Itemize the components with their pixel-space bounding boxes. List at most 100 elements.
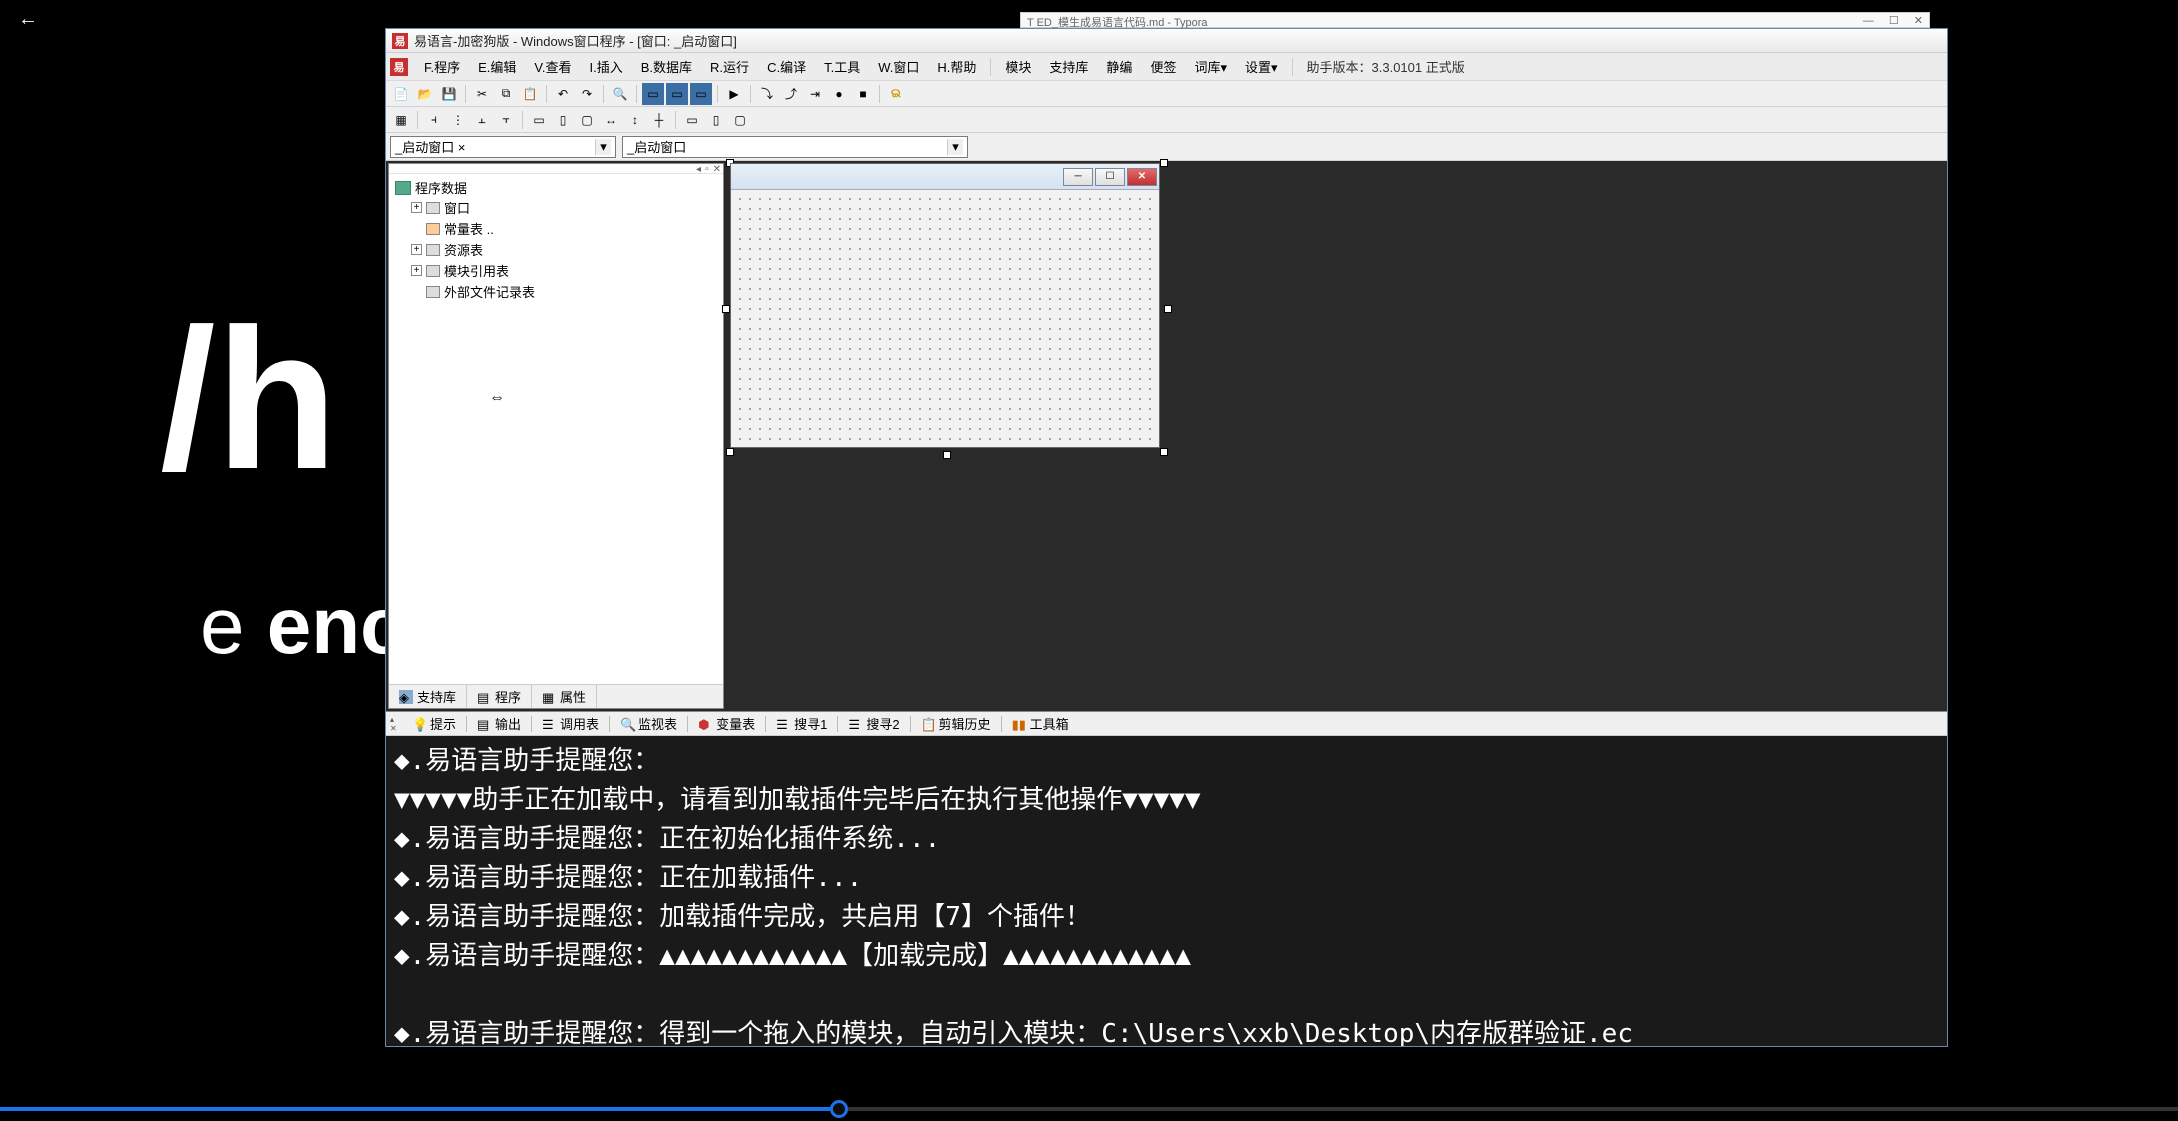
tab-program[interactable]: ▤ 程序 [467,685,532,708]
form-close-button[interactable]: ✕ [1127,168,1157,186]
step-over-icon[interactable]: ⤵ [756,83,778,105]
panel-collapse-icon[interactable]: ◂ [696,164,701,173]
menu-database[interactable]: B.数据库 [633,55,700,78]
tab-call-list[interactable]: ☰ 调用表 [534,712,607,735]
redo-icon[interactable]: ↷ [576,83,598,105]
same-width-icon[interactable]: ▭ [528,109,550,131]
event-combo[interactable]: _启动窗口 ▾ [622,136,968,158]
save-icon[interactable]: 💾 [438,83,460,105]
align-top-icon[interactable]: ⫟ [495,109,517,131]
same-height-icon[interactable]: ▯ [552,109,574,131]
expander-icon[interactable]: + [411,244,422,255]
resize-handle-br[interactable] [1160,448,1168,456]
tree-node-resources[interactable]: + 资源表 [411,239,717,260]
tab-watch[interactable]: 🔍 监视表 [612,712,685,735]
design-form-body[interactable] [731,190,1159,447]
tab-support-lib[interactable]: ◈ 支持库 [389,685,467,708]
expander-icon[interactable]: + [411,265,422,276]
resize-handle-bm[interactable] [943,451,951,459]
cut-icon[interactable]: ✂ [471,83,493,105]
lock-icon[interactable]: ▢ [729,109,751,131]
align-right-icon[interactable]: ⫠ [471,109,493,131]
help-icon[interactable]: ଇ [885,83,907,105]
tab-search2[interactable]: ☰ 搜寻2 [840,712,907,735]
tab-properties[interactable]: ▦ 属性 [532,685,597,708]
tree-node-constants[interactable]: 常量表 .. [411,218,717,239]
tree-root[interactable]: 程序数据 [395,178,717,197]
step-out-icon[interactable]: ⇥ [804,83,826,105]
menu-compile[interactable]: C.编译 [759,55,814,78]
ide-titlebar[interactable]: 易 易语言-加密狗版 - Windows窗口程序 - [窗口: _启动窗口] [386,29,1947,53]
form-minimize-button[interactable]: ─ [1063,168,1093,186]
menu-insert[interactable]: I.插入 [582,55,631,78]
tab-hints[interactable]: 💡 提示 [404,712,464,735]
back-arrow-icon[interactable]: ← [18,8,38,31]
video-progress-bar[interactable] [0,1107,2178,1111]
resize-handle-ml[interactable] [722,305,730,313]
tab-toolbox[interactable]: ▮▮ 工具箱 [1004,712,1077,735]
menu-program[interactable]: F.程序 [416,55,468,78]
menu-run[interactable]: R.运行 [702,55,757,78]
tree-node-windows[interactable]: + 窗口 [411,197,717,218]
resize-handle-tr[interactable] [1160,159,1168,167]
paste-icon[interactable]: 📋 [519,83,541,105]
grid-icon[interactable]: ┼ [648,109,670,131]
expander-icon[interactable]: + [411,202,422,213]
breakpoint-icon[interactable]: ● [828,83,850,105]
new-file-icon[interactable]: 📄 [390,83,412,105]
project-tree[interactable]: 程序数据 + 窗口 常量表 .. + [389,174,723,684]
panel-close-icon[interactable]: ✕ [713,164,721,173]
tree-node-external-files[interactable]: 外部文件记录表 [411,281,717,302]
panel-grip-icon[interactable]: ▴✕ [390,715,402,733]
step-into-icon[interactable]: ⤴ [780,83,802,105]
window2-icon[interactable]: ▭ [666,83,688,105]
tab-search1[interactable]: ☰ 搜寻1 [768,712,835,735]
typora-max-button[interactable]: ☐ [1889,15,1899,27]
console-output[interactable]: ◆.易语言助手提醒您： ▼▼▼▼▼助手正在加载中，请看到加载插件完毕后在执行其他… [386,736,1947,1046]
copy-icon[interactable]: ⧉ [495,83,517,105]
menu-edit[interactable]: E.编辑 [470,55,524,78]
resize-handle-bl[interactable] [726,448,734,456]
menu-notes[interactable]: 便签 [1142,55,1184,78]
form-maximize-button[interactable]: ☐ [1095,168,1125,186]
align-left-icon[interactable]: ⫞ [423,109,445,131]
menu-help[interactable]: H.帮助 [929,55,984,78]
tree-node-modules[interactable]: + 模块引用表 [411,260,717,281]
window3-icon[interactable]: ▭ [690,83,712,105]
align-center-icon[interactable]: ⋮ [447,109,469,131]
find-icon[interactable]: 🔍 [609,83,631,105]
typora-close-button[interactable]: ✕ [1914,15,1923,27]
center-h-icon[interactable]: ▭ [681,109,703,131]
menu-dict[interactable]: 词库▾ [1186,55,1235,78]
output-panel: ▴✕ 💡 提示 ▤ 输出 ☰ 调用表 🔍 监视表 ⬢ [386,711,1947,1046]
design-form[interactable]: ─ ☐ ✕ [730,163,1160,448]
book-icon: ◈ [399,690,413,704]
menu-tools[interactable]: T.工具 [816,55,868,78]
resize-handle-mr[interactable] [1164,305,1172,313]
menu-view[interactable]: V.查看 [526,55,579,78]
tab-vars[interactable]: ⬢ 变量表 [690,712,763,735]
menu-module[interactable]: 模块 [997,55,1039,78]
open-file-icon[interactable]: 📂 [414,83,436,105]
hspace-icon[interactable]: ↔ [600,109,622,131]
window1-icon[interactable]: ▭ [642,83,664,105]
menu-static-compile[interactable]: 静编 [1098,55,1140,78]
layout-icon[interactable]: ▦ [390,109,412,131]
vspace-icon[interactable]: ↕ [624,109,646,131]
same-size-icon[interactable]: ▢ [576,109,598,131]
center-v-icon[interactable]: ▯ [705,109,727,131]
typora-min-button[interactable]: — [1863,15,1874,27]
stop-icon[interactable]: ■ [852,83,874,105]
file-icon [426,223,440,235]
menu-window[interactable]: W.窗口 [870,55,927,78]
menu-settings[interactable]: 设置▾ [1237,55,1286,78]
undo-icon[interactable]: ↶ [552,83,574,105]
tab-clip-history[interactable]: 📋 剪辑历史 [913,712,999,735]
form-designer[interactable]: ─ ☐ ✕ [726,161,1947,711]
object-combo[interactable]: _启动窗口 × ▾ [390,136,616,158]
progress-thumb[interactable] [830,1100,848,1118]
panel-pin-icon[interactable]: ▫ [705,164,709,173]
menu-support-lib[interactable]: 支持库 [1041,55,1096,78]
tab-output[interactable]: ▤ 输出 [469,712,529,735]
run-icon[interactable]: ▶ [723,83,745,105]
